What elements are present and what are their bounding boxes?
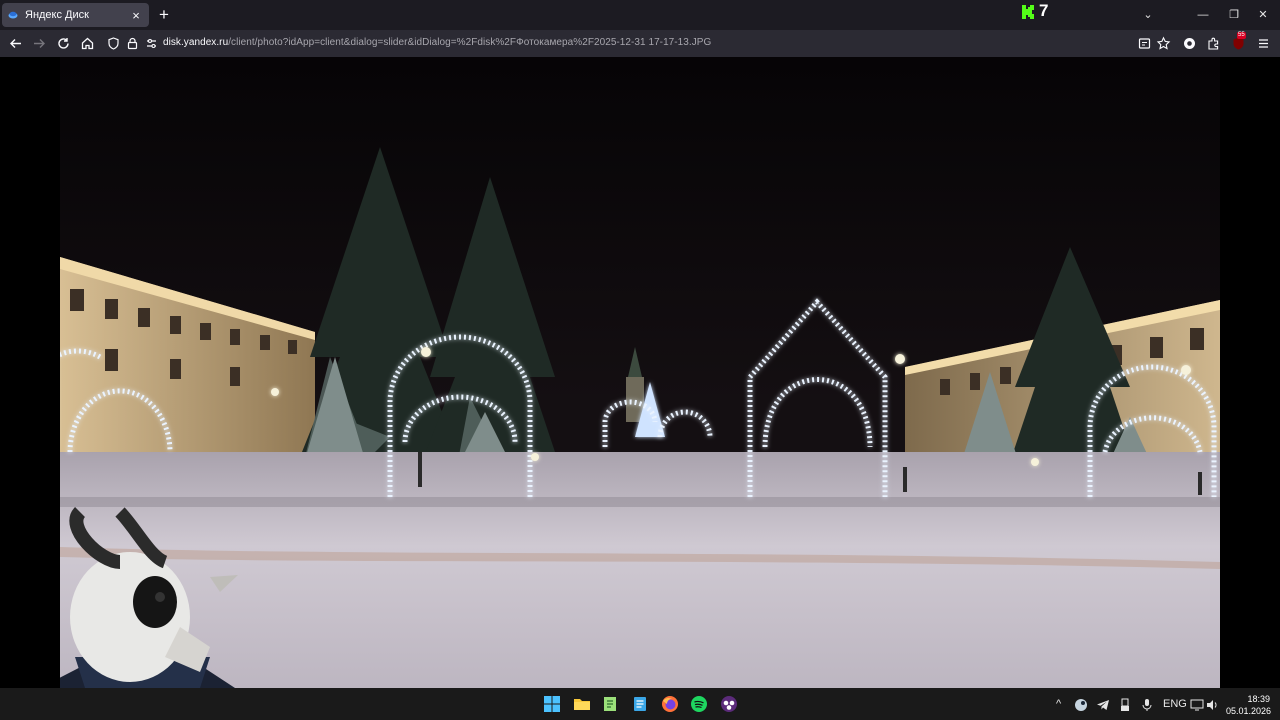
show-hidden-icons-chevron-icon[interactable]: ^ [1056,698,1061,710]
lock-icon[interactable] [124,35,141,52]
clock-time: 18:39 [1247,694,1270,704]
photo-viewer[interactable] [0,57,1280,688]
notepad-icon[interactable] [631,695,649,713]
obs-icon[interactable] [720,695,738,713]
yandex-disk-favicon [8,10,18,20]
reload-icon[interactable] [55,35,72,52]
tracking-protection-shield-icon[interactable] [105,35,122,52]
spotify-icon[interactable] [690,695,708,713]
url-path: /client/photo?idApp=client&dialog=slider… [228,37,712,48]
home-icon[interactable] [79,35,96,52]
tab-yandex-disk[interactable]: Яндекс Диск × [2,3,149,27]
firefox-icon[interactable] [661,695,679,713]
forward-icon[interactable] [31,35,48,52]
tab-title: Яндекс Диск [25,9,89,21]
file-explorer-icon[interactable] [573,695,591,713]
extensions-puzzle-icon[interactable] [1205,35,1222,52]
browser-tab-bar: Яндекс Диск × + 7 ⌄ — ❐ ✕ [0,0,1280,30]
list-all-tabs-icon[interactable]: ⌄ [1139,6,1157,24]
network-monitor-icon[interactable] [1190,698,1204,715]
restore-button[interactable]: ❐ [1225,6,1243,24]
browser-nav-bar: disk.yandex.ru/client/photo?idApp=client… [0,30,1280,57]
telegram-tray-icon[interactable] [1096,698,1110,715]
ublock-badge: 55 [1237,32,1246,39]
microphone-tray-icon[interactable] [1140,698,1154,715]
taskbar-clock[interactable]: 18:39 05.01.2026 [1226,693,1272,717]
kick-logo-icon [1022,4,1034,19]
kick-extension-badge[interactable]: 7 [1022,1,1048,21]
app-menu-hamburger-icon[interactable] [1255,35,1272,52]
reader-view-icon[interactable] [1136,35,1153,52]
usb-device-tray-icon[interactable] [1118,698,1132,715]
new-tab-button[interactable]: + [155,6,173,24]
windows-start-icon[interactable] [543,695,561,713]
clock-date: 05.01.2026 [1226,706,1272,716]
language-indicator[interactable]: ENG [1163,698,1187,710]
steam-tray-icon[interactable] [1074,698,1088,715]
address-bar[interactable]: disk.yandex.ru/client/photo?idApp=client… [163,37,711,48]
extension-counter: 7 [1039,1,1049,20]
close-window-button[interactable]: ✕ [1254,6,1272,24]
notepad-plus-plus-icon[interactable] [601,695,619,713]
volume-speaker-icon[interactable] [1205,698,1219,715]
bookmark-star-icon[interactable] [1155,35,1172,52]
account-icon[interactable] [1181,35,1198,52]
minimize-button[interactable]: — [1194,6,1212,24]
windows-taskbar: ^ ENG 18:39 05.01.2026 [0,688,1280,720]
photo-image[interactable] [60,57,1220,688]
tab-close-icon[interactable]: × [129,8,143,23]
back-icon[interactable] [7,35,24,52]
site-permissions-icon[interactable] [143,35,160,52]
url-domain: disk.yandex.ru [163,37,229,48]
